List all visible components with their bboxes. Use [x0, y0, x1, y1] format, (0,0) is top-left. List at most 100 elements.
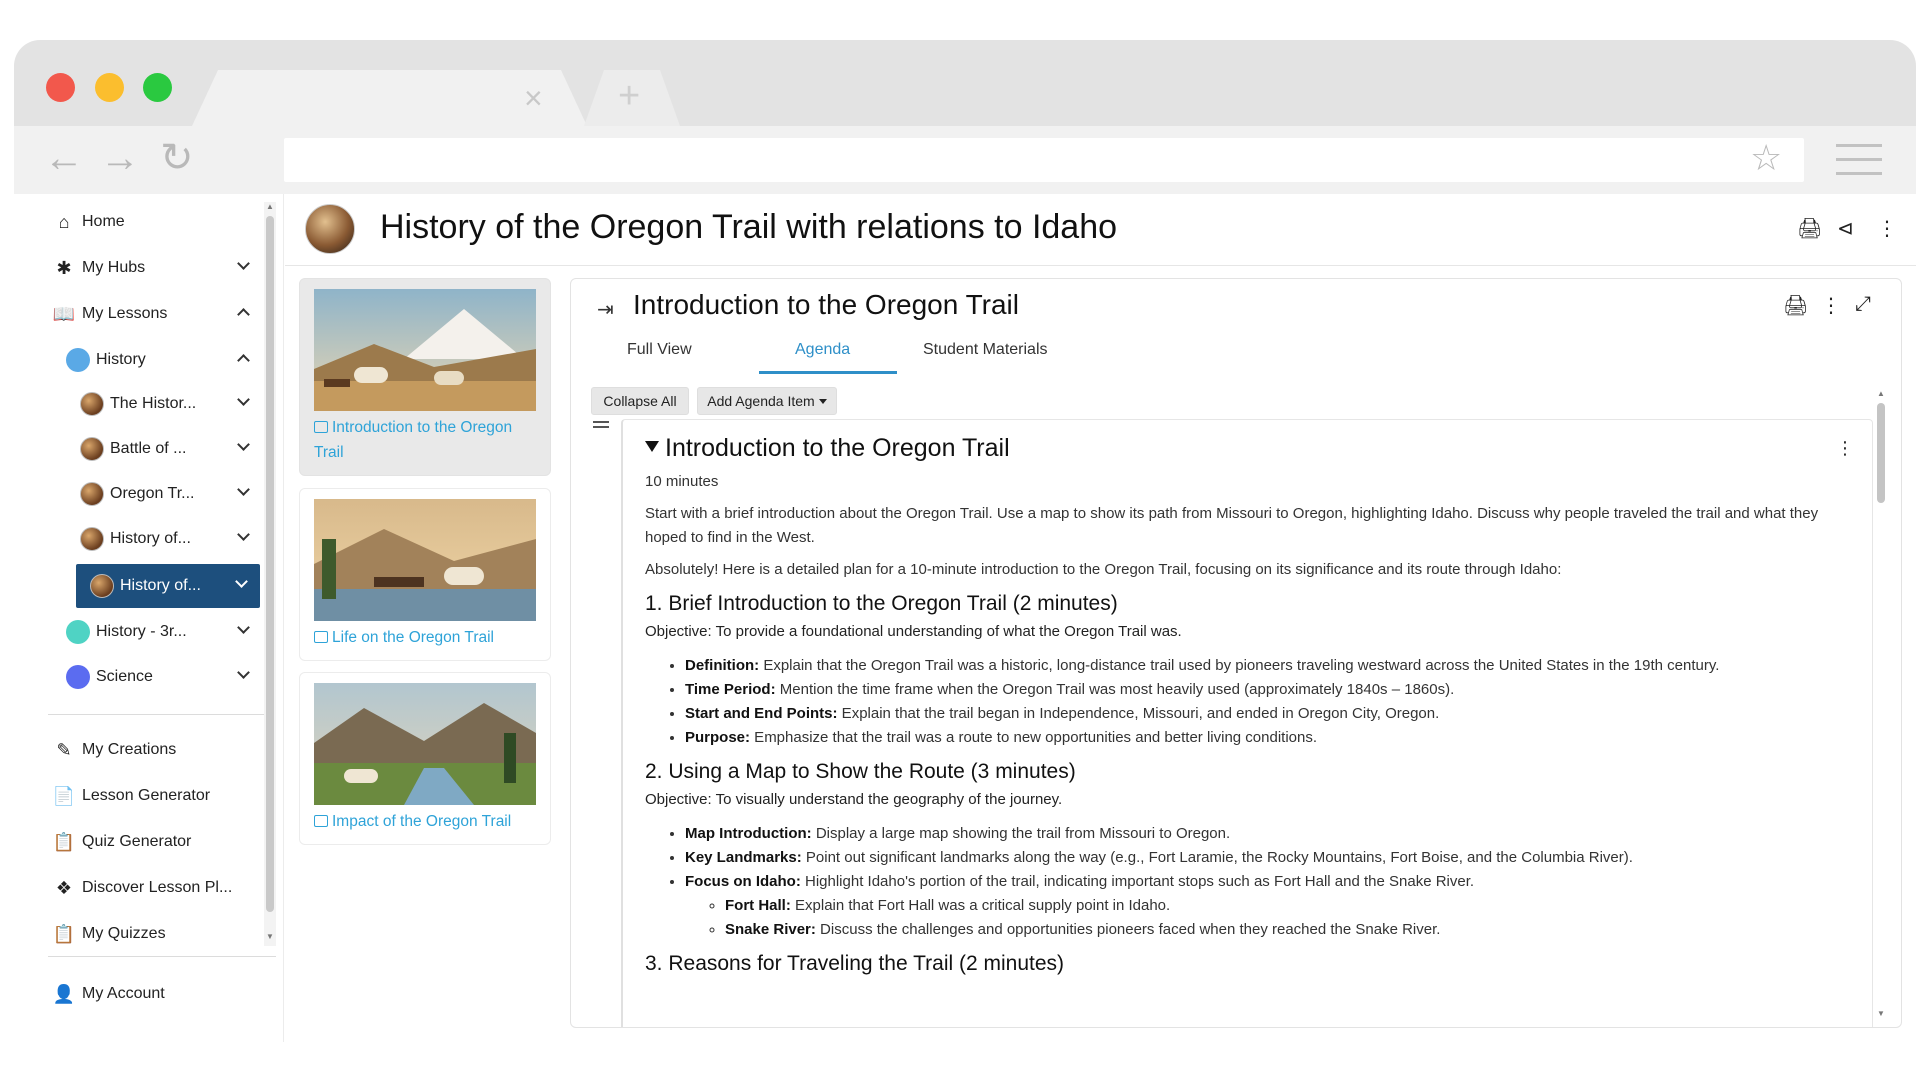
- chevron-down-icon[interactable]: [238, 395, 248, 405]
- sidebar-divider: [48, 956, 276, 957]
- more-vertical-icon[interactable]: ⋮: [1821, 293, 1841, 318]
- chevron-down-icon[interactable]: [238, 440, 248, 450]
- plus-icon[interactable]: +: [618, 77, 640, 115]
- drag-handle-icon[interactable]: [593, 421, 609, 431]
- sidebar-item-quiz-generator[interactable]: 📋 Quiz Generator: [52, 824, 262, 860]
- sidebar-item-label: Oregon Tr...: [110, 485, 195, 502]
- lesson-card-2[interactable]: Life on the Oregon Trail: [299, 488, 551, 661]
- lesson-detail-panel: ⇥ Introduction to the Oregon Trail 🖨 ⋮ ⤢…: [570, 278, 1902, 1028]
- sidebar-item-label: Battle of ...: [110, 440, 187, 457]
- lesson-thumbnail-image: [314, 683, 536, 805]
- scroll-up-arrow-icon[interactable]: ▲: [1877, 389, 1885, 398]
- add-agenda-item-button[interactable]: Add Agenda Item: [697, 387, 837, 415]
- sidebar-item-my-lessons[interactable]: 📖 My Lessons: [52, 296, 262, 332]
- chevron-down-icon[interactable]: [238, 623, 248, 633]
- compass-icon: ❖: [55, 877, 73, 898]
- lesson-avatar-icon: [80, 392, 104, 416]
- expand-triangle-icon[interactable]: [645, 441, 659, 452]
- close-tab-icon[interactable]: ×: [524, 82, 543, 114]
- minimize-window-button[interactable]: [95, 73, 124, 102]
- lesson-card-3[interactable]: Impact of the Oregon Trail: [299, 672, 551, 845]
- reload-icon[interactable]: ↻: [160, 138, 194, 178]
- sidebar-item-discover[interactable]: ❖ Discover Lesson Pl...: [52, 870, 262, 906]
- collapse-all-button[interactable]: Collapse All: [591, 387, 689, 415]
- more-vertical-icon[interactable]: ⋮: [1836, 438, 1854, 459]
- sidebar-item-label: History of...: [120, 577, 201, 594]
- hubs-icon: ✱: [56, 257, 72, 278]
- sidebar-item-label: History of...: [110, 530, 191, 547]
- browser-menu-icon[interactable]: [1836, 144, 1882, 186]
- sidebar-scrollbar[interactable]: ▲ ▼: [264, 202, 276, 946]
- sidebar-item-lesson-generator[interactable]: 📄 Lesson Generator: [52, 778, 262, 814]
- scroll-down-arrow-icon[interactable]: ▼: [1877, 1009, 1885, 1018]
- agenda-item: Introduction to the Oregon Trail ⋮ 10 mi…: [621, 419, 1873, 1027]
- close-window-button[interactable]: [46, 73, 75, 102]
- tab-agenda[interactable]: Agenda: [795, 341, 850, 359]
- lesson-card-label[interactable]: Life on the Oregon Trail: [314, 625, 536, 650]
- sidebar-item-my-account[interactable]: 👤 My Account: [52, 976, 262, 1012]
- lesson-icon: [314, 631, 328, 643]
- hub-color-icon: [66, 620, 90, 644]
- bullet-list: Map Introduction: Display a large map sh…: [685, 822, 1857, 942]
- sidebar-item-history[interactable]: History: [66, 342, 262, 378]
- sidebar-item-lesson-1[interactable]: The Histor...: [80, 386, 262, 422]
- chevron-up-icon[interactable]: [238, 351, 248, 361]
- address-bar[interactable]: [284, 138, 1804, 182]
- agenda-item-title[interactable]: Introduction to the Oregon Trail: [645, 434, 1010, 463]
- sidebar-item-my-creations[interactable]: ✎ My Creations: [52, 732, 262, 768]
- home-icon: ⌂: [58, 211, 70, 232]
- scroll-down-arrow-icon[interactable]: ▼: [266, 932, 274, 941]
- print-icon[interactable]: 🖨: [1783, 293, 1808, 318]
- sidebar-item-my-quizzes[interactable]: 📋 My Quizzes: [52, 916, 262, 952]
- chevron-down-icon[interactable]: [238, 530, 248, 540]
- scroll-up-arrow-icon[interactable]: ▲: [266, 202, 274, 211]
- page-title: History of the Oregon Trail with relatio…: [380, 208, 1118, 246]
- app-content: ⌂ Home ✱ My Hubs 📖 My Lessons History Th…: [14, 194, 1916, 1042]
- lesson-card-1[interactable]: Introduction to the Oregon Trail: [299, 278, 551, 476]
- chevron-down-icon[interactable]: [238, 259, 248, 269]
- list-item: Purpose: Emphasize that the trail was a …: [685, 726, 1857, 750]
- list-item: Fort Hall: Explain that Fort Hall was a …: [725, 894, 1857, 918]
- chevron-down-icon[interactable]: [238, 668, 248, 678]
- share-icon[interactable]: ⊲: [1837, 216, 1854, 241]
- section-objective: Objective: To visually understand the ge…: [645, 791, 1063, 808]
- sidebar-item-lesson-4[interactable]: History of...: [80, 521, 262, 557]
- tab-student-materials[interactable]: Student Materials: [923, 341, 1048, 359]
- lesson-avatar-icon: [80, 437, 104, 461]
- tab-bar: × +: [14, 40, 1916, 126]
- sidebar-item-lesson-2[interactable]: Battle of ...: [80, 431, 262, 467]
- lesson-card-label[interactable]: Introduction to the Oregon Trail: [314, 415, 536, 465]
- chevron-up-icon[interactable]: [238, 305, 248, 315]
- sidebar-item-label: My Account: [82, 985, 165, 1002]
- agenda-item-duration: 10 minutes: [645, 473, 719, 490]
- lesson-card-label[interactable]: Impact of the Oregon Trail: [314, 809, 536, 834]
- bookmark-star-icon[interactable]: ☆: [1750, 140, 1782, 176]
- bullet-list: Definition: Explain that the Oregon Trai…: [685, 654, 1857, 750]
- sidebar-item-history-3r[interactable]: History - 3r...: [66, 614, 262, 650]
- sidebar-item-label: Home: [82, 213, 125, 230]
- sidebar-item-label: My Quizzes: [82, 925, 166, 942]
- collapse-panel-icon[interactable]: ⇥: [597, 297, 614, 322]
- lesson-plan-avatar: [305, 204, 355, 254]
- expand-icon[interactable]: ⤢: [1855, 293, 1871, 316]
- chevron-down-icon[interactable]: [236, 577, 246, 587]
- sidebar-item-home[interactable]: ⌂ Home: [52, 204, 262, 240]
- chevron-down-icon[interactable]: [238, 485, 248, 495]
- sidebar-item-lesson-3[interactable]: Oregon Tr...: [80, 476, 262, 512]
- sidebar-scroll-thumb[interactable]: [266, 216, 274, 912]
- sidebar-item-my-hubs[interactable]: ✱ My Hubs: [52, 250, 262, 286]
- wand-icon: ✎: [56, 739, 72, 760]
- list-item: Start and End Points: Explain that the t…: [685, 702, 1857, 726]
- sidebar-item-lesson-5[interactable]: History of...: [76, 564, 260, 608]
- tab-full-view[interactable]: Full View: [627, 341, 692, 359]
- sub-bullet-list: Fort Hall: Explain that Fort Hall was a …: [725, 894, 1857, 942]
- forward-arrow-icon[interactable]: →: [100, 138, 140, 178]
- maximize-window-button[interactable]: [143, 73, 172, 102]
- back-arrow-icon[interactable]: ←: [44, 138, 84, 178]
- more-vertical-icon[interactable]: ⋮: [1877, 216, 1897, 241]
- sidebar-item-label: History: [96, 351, 146, 368]
- panel-scroll-thumb[interactable]: [1877, 403, 1885, 503]
- sidebar-item-science[interactable]: Science: [66, 659, 262, 695]
- panel-scrollbar[interactable]: ▲ ▼: [1875, 389, 1887, 1021]
- print-icon[interactable]: 🖨: [1797, 216, 1822, 241]
